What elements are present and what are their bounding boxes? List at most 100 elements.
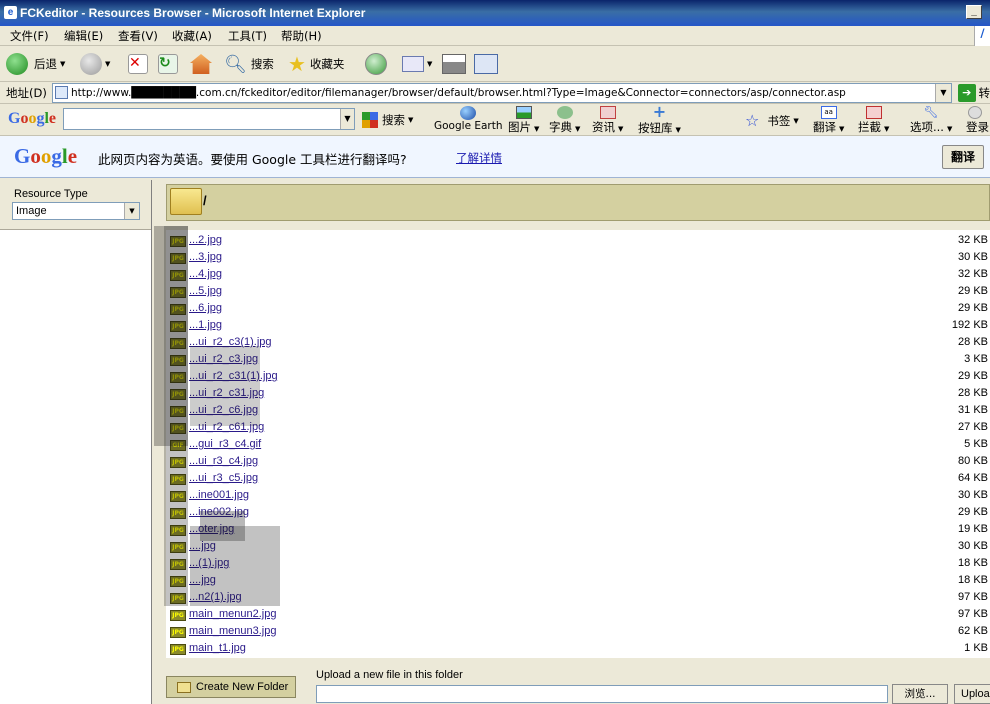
- menu-favorites[interactable]: 收藏(A): [172, 28, 212, 44]
- file-row[interactable]: JPG ...4.jpg 32 KB: [166, 267, 990, 284]
- file-name-link[interactable]: main_menun2.jpg: [189, 608, 276, 620]
- file-row[interactable]: JPG ...ine001.jpg 30 KB: [166, 488, 990, 505]
- mail-button[interactable]: ▼: [402, 50, 432, 78]
- file-name-link[interactable]: ....jpg: [189, 540, 216, 552]
- file-name-link[interactable]: ...ui_r2_c6.jpg: [189, 404, 258, 416]
- file-name-link[interactable]: ...1.jpg: [189, 319, 222, 331]
- edit-icon[interactable]: [474, 54, 498, 74]
- address-input[interactable]: http://www.████████.com.cn/fckeditor/edi…: [52, 83, 952, 103]
- file-name-link[interactable]: ...4.jpg: [189, 268, 222, 280]
- address-dropdown-icon[interactable]: ▼: [935, 84, 951, 102]
- go-arrow-icon: ➔: [958, 84, 976, 102]
- menu-help[interactable]: 帮助(H): [281, 28, 322, 44]
- file-name-link[interactable]: ....jpg: [189, 574, 216, 586]
- minimize-button[interactable]: _: [966, 5, 982, 19]
- resource-type-value: Image: [16, 205, 47, 217]
- options-button[interactable]: 🔧︎ 选项... ▼: [910, 106, 952, 135]
- google-search-button[interactable]: 搜索 ▼: [362, 112, 413, 128]
- button-gallery-button[interactable]: + 按钮库 ▼: [638, 104, 681, 136]
- menu-edit[interactable]: 编辑(E): [64, 28, 103, 44]
- file-row[interactable]: JPG main_menun3.jpg 62 KB: [166, 624, 990, 641]
- file-name-link[interactable]: ...5.jpg: [189, 285, 222, 297]
- file-name-link[interactable]: ...ui_r2_c3(1).jpg: [189, 336, 272, 348]
- refresh-icon[interactable]: ↻: [158, 54, 178, 74]
- forward-dropdown-icon[interactable]: ▼: [105, 60, 110, 68]
- file-row[interactable]: JPG ...ui_r3_c5.jpg 64 KB: [166, 471, 990, 488]
- menu-view[interactable]: 查看(V): [118, 28, 158, 44]
- file-row[interactable]: JPG ...3.jpg 30 KB: [166, 250, 990, 267]
- file-row[interactable]: JPG ...(1).jpg 18 KB: [166, 556, 990, 573]
- menu-tools[interactable]: 工具(T): [228, 28, 267, 44]
- upload-file-input[interactable]: [316, 685, 888, 703]
- resource-type-select[interactable]: Image ▼: [12, 202, 140, 220]
- stop-icon[interactable]: ✕: [128, 54, 148, 74]
- file-row[interactable]: JPG ...ui_r2_c61.jpg 27 KB: [166, 420, 990, 437]
- file-row[interactable]: JPG main_t1.jpg 1 KB: [166, 641, 990, 658]
- popup-blocker-button[interactable]: 拦截 ▼: [858, 106, 889, 135]
- file-row[interactable]: JPG ...1.jpg 192 KB: [166, 318, 990, 335]
- resource-type-dropdown-icon[interactable]: ▼: [124, 203, 139, 219]
- file-name-link[interactable]: ...ui_r2_c31.jpg: [189, 387, 264, 399]
- file-name-link[interactable]: main_t1.jpg: [189, 642, 246, 654]
- file-row[interactable]: JPG ...ui_r2_c3(1).jpg 28 KB: [166, 335, 990, 352]
- menu-file[interactable]: 文件(F): [10, 28, 49, 44]
- news-button[interactable]: 资讯 ▼: [592, 106, 623, 135]
- file-row[interactable]: JPG ...n2(1).jpg 97 KB: [166, 590, 990, 607]
- file-row[interactable]: JPG ....jpg 18 KB: [166, 573, 990, 590]
- print-icon[interactable]: [442, 54, 466, 74]
- upload-button[interactable]: Upload: [954, 684, 990, 704]
- file-name-link[interactable]: ...2.jpg: [189, 234, 222, 246]
- file-row[interactable]: JPG ...ui_r2_c31(1).jpg 29 KB: [166, 369, 990, 386]
- file-name-link[interactable]: main_menun3.jpg: [189, 625, 276, 637]
- file-row[interactable]: JPG ...5.jpg 29 KB: [166, 284, 990, 301]
- translate-toolbar-button[interactable]: aa 翻译 ▼: [813, 106, 844, 135]
- login-button[interactable]: 登录: [966, 106, 990, 135]
- file-row[interactable]: JPG ...ui_r2_c3.jpg 3 KB: [166, 352, 990, 369]
- star-icon: ★: [288, 52, 306, 76]
- create-folder-button[interactable]: Create New Folder: [166, 676, 296, 698]
- google-search-dropdown-icon[interactable]: ▼: [340, 109, 354, 129]
- file-name-link[interactable]: ...ine001.jpg: [189, 489, 249, 501]
- file-row[interactable]: JPG ...ine002.jpg 29 KB: [166, 505, 990, 522]
- file-row[interactable]: JPG ...2.jpg 32 KB: [166, 233, 990, 250]
- file-row[interactable]: JPG ...6.jpg 29 KB: [166, 301, 990, 318]
- go-button[interactable]: ➔ 转: [958, 83, 990, 103]
- back-dropdown-icon[interactable]: ▼: [60, 60, 65, 68]
- dictionary-button[interactable]: 字典 ▼: [549, 106, 580, 135]
- back-button[interactable]: 后退 ▼: [6, 50, 65, 78]
- file-row[interactable]: GIF ...gui_r3_c4.gif 5 KB: [166, 437, 990, 454]
- file-name-link[interactable]: ...(1).jpg: [189, 557, 229, 569]
- file-name-link[interactable]: ...ine002.jpg: [189, 506, 249, 518]
- mail-dropdown-icon[interactable]: ▼: [427, 60, 432, 68]
- file-name-link[interactable]: ...ui_r2_c61.jpg: [189, 421, 264, 433]
- file-name-link[interactable]: ...oter.jpg: [189, 523, 234, 535]
- file-name-link[interactable]: ...6.jpg: [189, 302, 222, 314]
- home-icon[interactable]: [190, 54, 212, 74]
- file-name-link[interactable]: ...3.jpg: [189, 251, 222, 263]
- file-name-link[interactable]: ...n2(1).jpg: [189, 591, 242, 603]
- file-row[interactable]: JPG ...ui_r2_c6.jpg 31 KB: [166, 403, 990, 420]
- file-name-link[interactable]: ...ui_r2_c3.jpg: [189, 353, 258, 365]
- file-name-link[interactable]: ...ui_r3_c5.jpg: [189, 472, 258, 484]
- file-name-link[interactable]: ...ui_r2_c31(1).jpg: [189, 370, 278, 382]
- bookmarks-button[interactable]: ☆ 书签 ▼: [745, 111, 799, 130]
- images-button[interactable]: 图片 ▼: [508, 106, 539, 135]
- file-row[interactable]: JPG ...ui_r2_c31.jpg 28 KB: [166, 386, 990, 403]
- learn-more-link[interactable]: 了解详情: [456, 150, 502, 166]
- google-search-input[interactable]: ▼: [63, 108, 355, 130]
- file-row[interactable]: JPG main_menun2.jpg 97 KB: [166, 607, 990, 624]
- browse-button[interactable]: 浏览...: [892, 684, 948, 704]
- google-earth-button[interactable]: Google Earth: [434, 106, 503, 132]
- file-row[interactable]: JPG ...oter.jpg 19 KB: [166, 522, 990, 539]
- resource-type-panel: Resource Type Image ▼: [0, 180, 152, 704]
- favorites-button[interactable]: ★ 收藏夹: [288, 50, 344, 78]
- forward-button[interactable]: ▼: [80, 50, 110, 78]
- google-earth-label: Google Earth: [434, 120, 503, 132]
- file-name-link[interactable]: ...ui_r3_c4.jpg: [189, 455, 258, 467]
- search-button[interactable]: 🔍︎ 搜索: [224, 50, 274, 78]
- history-icon[interactable]: [365, 53, 387, 75]
- file-row[interactable]: JPG ....jpg 30 KB: [166, 539, 990, 556]
- translate-button[interactable]: 翻译: [942, 145, 984, 169]
- file-row[interactable]: JPG ...ui_r3_c4.jpg 80 KB: [166, 454, 990, 471]
- file-name-link[interactable]: ...gui_r3_c4.gif: [189, 438, 261, 450]
